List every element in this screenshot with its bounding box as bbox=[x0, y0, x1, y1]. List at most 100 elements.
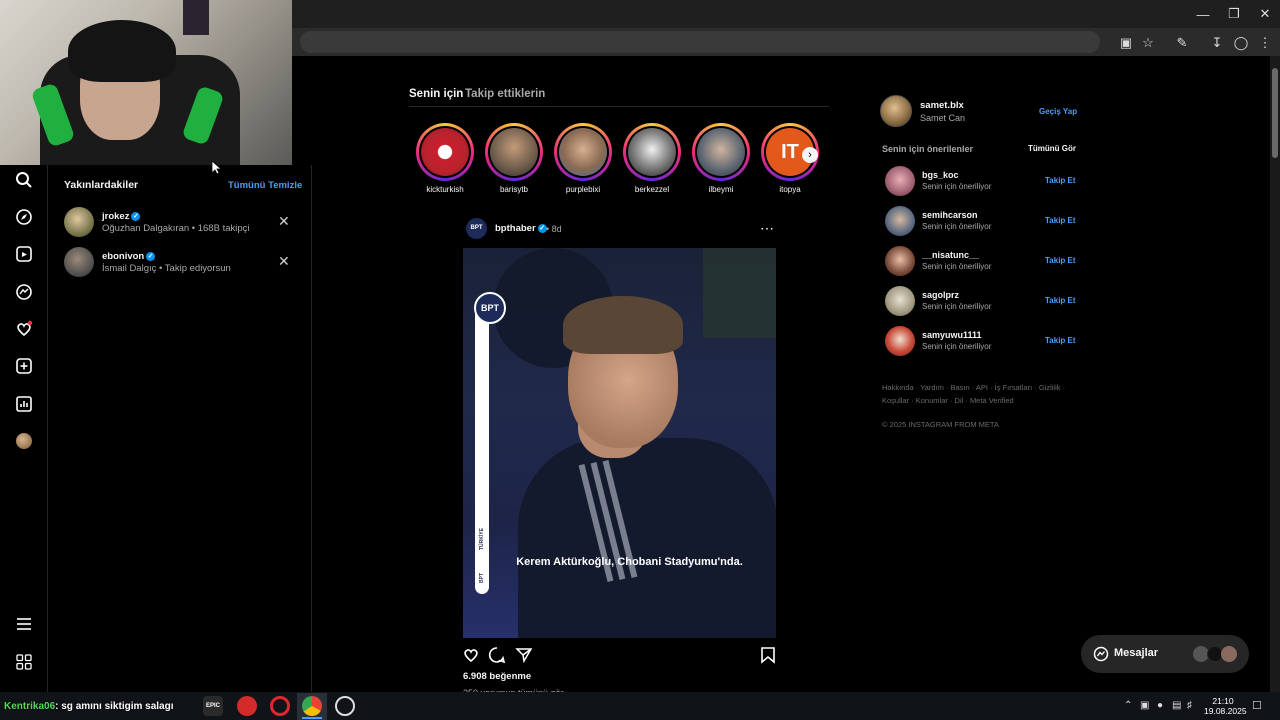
scrollbar-thumb[interactable] bbox=[1272, 68, 1278, 158]
avatar[interactable] bbox=[885, 286, 915, 316]
create-post-icon[interactable] bbox=[12, 354, 36, 378]
account-avatar[interactable] bbox=[880, 95, 912, 127]
follow-button[interactable]: Takip Et bbox=[1045, 176, 1076, 185]
volume-icon[interactable]: ♯ bbox=[1187, 700, 1192, 711]
clear-all-link[interactable]: Tümünü Temizle bbox=[228, 180, 302, 191]
stories-next-chevron-icon[interactable]: › bbox=[802, 147, 818, 163]
messenger-icon bbox=[1093, 646, 1109, 667]
extensions-icon[interactable]: ✎ bbox=[1172, 33, 1192, 53]
footer-links[interactable]: Koşullar · Konumlar · Dil · Meta Verifie… bbox=[882, 396, 1014, 405]
close-icon[interactable]: ✕ bbox=[1242, 0, 1280, 28]
reels-icon[interactable] bbox=[12, 242, 36, 266]
story-item[interactable]: ilbeymi bbox=[692, 123, 750, 194]
active-indicator bbox=[302, 717, 322, 719]
meta-apps-icon[interactable] bbox=[12, 650, 36, 674]
story-username: berkezzel bbox=[634, 185, 670, 194]
messages-button[interactable]: Mesajlar bbox=[1081, 635, 1249, 673]
messenger-icon[interactable] bbox=[12, 280, 36, 304]
search-icon[interactable] bbox=[12, 168, 36, 192]
clock[interactable]: 21:10 19.08.2025 bbox=[1204, 696, 1247, 716]
suggestion-username[interactable]: sagolprz bbox=[922, 290, 959, 300]
save-bookmark-icon[interactable] bbox=[760, 646, 776, 669]
remove-recent-close-icon[interactable]: ✕ bbox=[278, 253, 290, 270]
bg-figure bbox=[703, 248, 776, 338]
remove-recent-close-icon[interactable]: ✕ bbox=[278, 213, 290, 230]
like-count[interactable]: 6.908 beğenme bbox=[463, 671, 531, 682]
explore-compass-icon[interactable] bbox=[12, 205, 36, 229]
post-author[interactable]: bpthaber ✓ bbox=[495, 223, 547, 234]
suggestion-reason: Senin için öneriliyor bbox=[922, 222, 992, 231]
tray-app-icon[interactable]: ▣ bbox=[1140, 700, 1149, 711]
recent-item[interactable]: ebonivon ✓ İsmail Dalgıç • Takip ediyorsu… bbox=[64, 247, 304, 279]
share-send-icon[interactable] bbox=[515, 646, 533, 669]
player-shirt bbox=[518, 438, 776, 638]
tabs-divider bbox=[409, 106, 829, 107]
search-panel-title: Yakınlardakiler bbox=[64, 179, 139, 191]
account-username[interactable]: samet.blx bbox=[920, 100, 964, 111]
follow-button[interactable]: Takip Et bbox=[1045, 216, 1076, 225]
profile-avatar[interactable] bbox=[12, 429, 36, 453]
story-item[interactable]: berkezzel bbox=[623, 123, 681, 194]
post-caption-overlay: Kerem Aktürkoğlu, Chobani Stadyumu'nda. bbox=[516, 556, 743, 568]
app-icon[interactable] bbox=[237, 696, 257, 716]
avatar bbox=[64, 247, 94, 277]
follow-button[interactable]: Takip Et bbox=[1045, 256, 1076, 265]
switch-account-link[interactable]: Geçiş Yap bbox=[1039, 107, 1077, 116]
comment-icon[interactable] bbox=[488, 646, 506, 669]
clock-time: 21:10 bbox=[1212, 696, 1234, 706]
suggestions-title: Senin için önerilenler bbox=[882, 144, 974, 154]
follow-button[interactable]: Takip Et bbox=[1045, 336, 1076, 345]
tab-following[interactable]: Takip ettiklerin bbox=[465, 88, 545, 100]
suggestion-reason: Senin için öneriliyor bbox=[922, 342, 992, 351]
post-author-avatar[interactable]: BPT bbox=[466, 218, 487, 239]
tab-for-you[interactable]: Senin için bbox=[409, 88, 463, 100]
story-item[interactable]: kickturkish bbox=[416, 123, 474, 194]
tray-chevron-up-icon[interactable]: ⌃ bbox=[1124, 700, 1132, 711]
epic-games-icon[interactable]: EPIC bbox=[203, 696, 223, 716]
recent-item[interactable]: jrokez ✓ Oğuzhan Dalgakıran • 168B takipç… bbox=[64, 207, 304, 239]
avatar bbox=[64, 207, 94, 237]
side-label: TÜRKİYE bbox=[479, 528, 485, 550]
install-app-icon[interactable]: ▣ bbox=[1116, 33, 1136, 53]
profile-icon[interactable]: ◯ bbox=[1231, 33, 1251, 53]
post-age: • 8d bbox=[546, 224, 562, 234]
app-icon[interactable] bbox=[335, 696, 355, 716]
post-options-icon[interactable]: ⋯ bbox=[760, 220, 774, 237]
like-heart-icon[interactable] bbox=[462, 646, 480, 669]
footer-links[interactable]: Hakkında · Yardım · Basın · API · İş Fır… bbox=[882, 383, 1065, 392]
microphone-icon[interactable]: ● bbox=[1157, 700, 1163, 711]
chrome-icon[interactable] bbox=[302, 696, 322, 716]
recent-subtitle: İsmail Dalgıç • Takip ediyorsun bbox=[102, 263, 231, 274]
clock-date: 19.08.2025 bbox=[1204, 706, 1247, 716]
story-item[interactable]: barisytb bbox=[485, 123, 543, 194]
opera-icon[interactable] bbox=[270, 696, 290, 716]
see-all-link[interactable]: Tümünü Gör bbox=[1028, 144, 1076, 153]
page-scrollbar[interactable] bbox=[1270, 56, 1280, 692]
webcam-overlay bbox=[0, 0, 292, 165]
suggestion-username[interactable]: samyuwu1111 bbox=[922, 330, 982, 340]
notifications-heart-icon[interactable] bbox=[12, 317, 36, 341]
avatar bbox=[1221, 646, 1237, 662]
more-menu-icon[interactable] bbox=[12, 612, 36, 636]
story-item[interactable]: purplebixi bbox=[554, 123, 612, 194]
menu-kebab-icon[interactable]: ⋮ bbox=[1255, 33, 1275, 53]
notification-center-icon[interactable]: ☐ bbox=[1252, 699, 1262, 712]
downloads-icon[interactable]: ↧ bbox=[1207, 33, 1227, 53]
bookmark-star-icon[interactable]: ☆ bbox=[1138, 33, 1158, 53]
address-bar[interactable] bbox=[300, 31, 1100, 53]
story-avatar bbox=[697, 128, 745, 176]
search-panel bbox=[48, 165, 312, 692]
suggestion-reason: Senin için öneriliyor bbox=[922, 182, 992, 191]
avatar[interactable] bbox=[885, 326, 915, 356]
post-image[interactable]: BPT TÜRKİYE BPT Kerem Aktürkoğlu, Choban… bbox=[463, 248, 776, 638]
follow-button[interactable]: Takip Et bbox=[1045, 296, 1076, 305]
avatar[interactable] bbox=[885, 246, 915, 276]
windows-taskbar bbox=[0, 692, 1280, 720]
network-icon[interactable]: ▤ bbox=[1172, 700, 1181, 711]
suggestion-username[interactable]: __nisatunc__ bbox=[922, 250, 979, 260]
avatar[interactable] bbox=[885, 206, 915, 236]
suggestion-username[interactable]: bgs_koc bbox=[922, 170, 959, 180]
suggestion-username[interactable]: semihcarson bbox=[922, 210, 978, 220]
avatar[interactable] bbox=[885, 166, 915, 196]
dashboard-icon[interactable] bbox=[12, 392, 36, 416]
